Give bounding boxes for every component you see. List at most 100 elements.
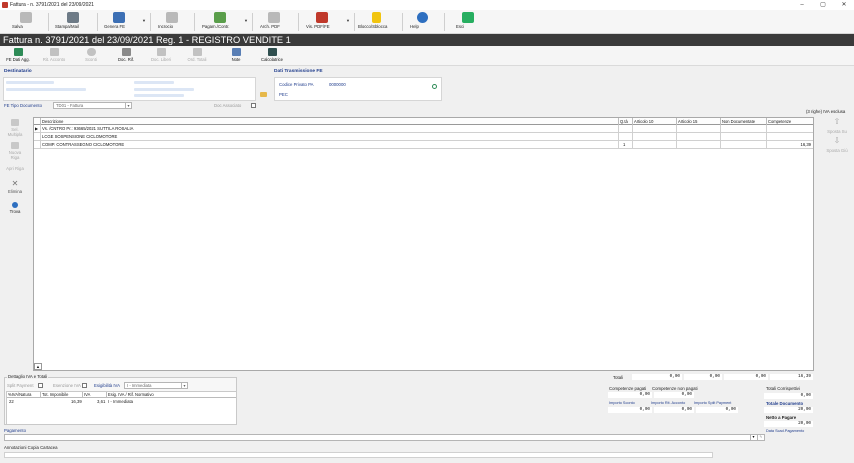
col-competenze[interactable]: Competenze bbox=[767, 118, 813, 125]
cell-competenze[interactable] bbox=[767, 133, 813, 141]
cell-qty[interactable]: 1 bbox=[619, 141, 633, 149]
trova-button[interactable]: Trova bbox=[4, 202, 26, 214]
elimina-button[interactable]: ✕ Elimina bbox=[4, 180, 26, 195]
arch-pdf-button[interactable]: Arch. PDF bbox=[260, 11, 288, 33]
genera-fe-button[interactable]: Genera FE bbox=[104, 11, 134, 33]
new-row-icon bbox=[11, 142, 19, 149]
fe-dati-agg-button[interactable]: FE Dati Agg. bbox=[3, 47, 33, 65]
discount-icon bbox=[86, 48, 96, 56]
maximize-button[interactable]: ▢ bbox=[815, 1, 831, 9]
toolbar-separator bbox=[444, 13, 445, 31]
redacted-text bbox=[134, 88, 194, 91]
col-qty[interactable]: Q.tà bbox=[619, 118, 633, 125]
doc-associato-checkbox[interactable] bbox=[251, 103, 256, 108]
sposta-su-button[interactable]: ⇧ Sposta Su bbox=[824, 118, 850, 135]
close-button[interactable]: ✕ bbox=[836, 1, 852, 9]
vis-pdf-fe-button[interactable]: Vis. PDF/FE bbox=[306, 11, 338, 33]
cell-articolo-10[interactable] bbox=[633, 141, 677, 149]
esigibilita-select[interactable]: I - Immediata ▼ bbox=[124, 382, 188, 389]
cell-qty[interactable] bbox=[619, 125, 633, 133]
row-selector bbox=[34, 141, 41, 149]
cell-descrizione[interactable]: COMP. CONTRASSEGNO CICLOMOTORE bbox=[41, 141, 619, 149]
nuova-riga-button[interactable]: Nuova Riga bbox=[4, 142, 26, 160]
split-payment-label: Split Payment bbox=[7, 383, 34, 388]
comp-non-pagati-label: Competenze non pagati bbox=[652, 386, 698, 391]
cell-non-documentate[interactable] bbox=[721, 125, 767, 133]
blocco-sblocca-button[interactable]: Blocco/Sblocca bbox=[358, 11, 394, 33]
cell-non-documentate[interactable] bbox=[721, 141, 767, 149]
genera-fe-dropdown-icon[interactable]: ▼ bbox=[142, 18, 146, 23]
col-non-documentate[interactable]: Non Documentate bbox=[721, 118, 767, 125]
minimize-button[interactable]: – bbox=[794, 1, 810, 9]
esenzione-checkbox[interactable] bbox=[82, 383, 87, 388]
toolbar-separator bbox=[402, 13, 403, 31]
note-button[interactable]: Note bbox=[226, 47, 246, 65]
calcolatrice-button[interactable]: Calcolatrice bbox=[256, 47, 288, 65]
pagam-dropdown-icon[interactable]: ▼ bbox=[244, 18, 248, 23]
grid-header-selector bbox=[34, 118, 41, 125]
cell-competenze[interactable]: 16,39 bbox=[767, 141, 813, 149]
doc-associato-label: Doc Associato bbox=[214, 103, 242, 108]
cell-articolo-15[interactable] bbox=[677, 133, 721, 141]
cell-articolo-10[interactable] bbox=[633, 125, 677, 133]
folder-icon[interactable] bbox=[260, 92, 267, 97]
invoice-rows-grid[interactable]: Descrizione Q.tà Articolo 10 Articolo 15… bbox=[33, 117, 814, 371]
cell-articolo-15[interactable] bbox=[677, 141, 721, 149]
toolbar-separator bbox=[298, 13, 299, 31]
apri-riga-button[interactable]: Apri Riga bbox=[4, 166, 26, 171]
table-row[interactable]: COMP. CONTRASSEGNO CICLOMOTORE 1 16,39 bbox=[34, 141, 813, 149]
totale-articolo-10: 0,00 bbox=[632, 374, 682, 380]
codice-value[interactable]: 0000000 bbox=[329, 82, 346, 87]
cell-competenze[interactable] bbox=[767, 125, 813, 133]
tot-corrispettivi-value: 0,00 bbox=[764, 393, 813, 399]
table-row[interactable]: ▶ Vs. /CNTRO Pr.: 93665/2021 SUTTILA ROS… bbox=[34, 125, 813, 133]
pagamento-select[interactable]: ▼ ✎ bbox=[4, 434, 765, 441]
chevron-down-icon: ▼ bbox=[125, 103, 131, 109]
grid-collapse-button[interactable]: ▲ bbox=[34, 363, 42, 370]
iva-row-aliquota[interactable]: 22 bbox=[9, 399, 14, 404]
fe-tipo-select[interactable]: TD01 - Fattura ▼ bbox=[53, 102, 132, 109]
toolbar-separator bbox=[150, 13, 151, 31]
col-descrizione[interactable]: Descrizione bbox=[41, 118, 619, 125]
cell-descrizione[interactable]: LCGE SOSPENSIONE CICLOMOTORE bbox=[41, 133, 619, 141]
doc-rif-button[interactable]: Doc. Rif. bbox=[114, 47, 138, 65]
esci-button[interactable]: Esci bbox=[456, 11, 480, 33]
sel-multipla-button[interactable]: Sel. Multipla bbox=[4, 119, 26, 137]
exit-icon bbox=[462, 12, 474, 23]
sconti-button[interactable]: Sconti bbox=[80, 47, 102, 65]
ord-totali-button[interactable]: Ord. Totali bbox=[184, 47, 210, 65]
edit-icon[interactable]: ✎ bbox=[757, 435, 764, 440]
rit-acconto-button[interactable]: Rit. Acconto bbox=[38, 47, 70, 65]
table-row[interactable]: LCGE SOSPENSIONE CICLOMOTORE bbox=[34, 133, 813, 141]
salva-button[interactable]: Salva bbox=[12, 11, 40, 33]
col-articolo-15[interactable]: Articolo 15 bbox=[677, 118, 721, 125]
comp-non-pagati-value: 0,00 bbox=[654, 392, 694, 398]
cell-articolo-15[interactable] bbox=[677, 125, 721, 133]
col-articolo-10[interactable]: Articolo 10 bbox=[633, 118, 677, 125]
title-bar: Fattura - n. 3791/2021 del 23/09/2021 – … bbox=[0, 0, 854, 10]
cell-qty[interactable] bbox=[619, 133, 633, 141]
cell-non-documentate[interactable] bbox=[721, 133, 767, 141]
doc-free-icon bbox=[156, 48, 166, 56]
stampa-mail-button[interactable]: Stampa/Mail bbox=[55, 11, 91, 33]
cell-descrizione[interactable]: Vs. /CNTRO Pr.: 93665/2021 SUTTILA ROSAL… bbox=[41, 125, 619, 133]
app-icon bbox=[2, 2, 8, 8]
iva-table[interactable]: %IVA/Natura Tot. Imponibile IVA Esig. IV… bbox=[6, 391, 237, 425]
incrocio-button[interactable]: Incrocio bbox=[158, 11, 186, 33]
imp-sconto-label: Importo Sconto bbox=[609, 401, 635, 405]
refresh-icon[interactable] bbox=[432, 84, 437, 89]
multi-select-icon bbox=[11, 119, 19, 126]
vis-pdf-dropdown-icon[interactable]: ▼ bbox=[346, 18, 350, 23]
help-button[interactable]: Help bbox=[410, 11, 434, 33]
pagam-contr-button[interactable]: Pagam./Contr. bbox=[202, 11, 238, 33]
annotazioni-field[interactable] bbox=[4, 452, 713, 458]
split-payment-checkbox[interactable] bbox=[38, 383, 43, 388]
destinatario-panel[interactable] bbox=[3, 77, 256, 101]
sposta-giu-button[interactable]: ⇩ Sposta Giù bbox=[824, 137, 850, 154]
iva-row-esig[interactable]: I - Immediata bbox=[108, 399, 133, 404]
cell-articolo-10[interactable] bbox=[633, 133, 677, 141]
tot-documento-value: 20,00 bbox=[764, 407, 813, 413]
iva-row-imponibile[interactable]: 16,39 bbox=[71, 399, 82, 404]
doc-liberi-button[interactable]: Doc. Liberi bbox=[148, 47, 174, 65]
iva-row-iva[interactable]: 3,61 bbox=[97, 399, 105, 404]
